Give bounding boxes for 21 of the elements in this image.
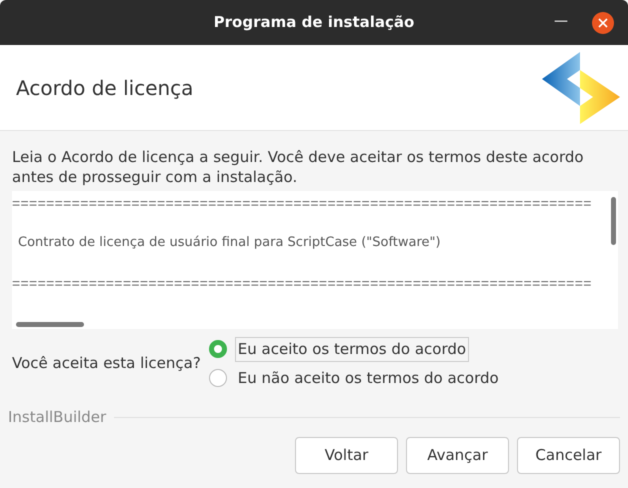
option-label[interactable]: Eu não aceito os termos do acordo bbox=[234, 366, 502, 390]
license-title: Contrato de licença de usuário final para ScriptCase ("Software") bbox=[18, 234, 441, 252]
close-button[interactable] bbox=[592, 12, 614, 34]
radio-button[interactable] bbox=[208, 368, 227, 387]
vertical-scrollbar[interactable] bbox=[611, 197, 616, 245]
separator-line: ==================================================================== bbox=[12, 274, 593, 290]
separator-line: ==================================================================== bbox=[12, 195, 593, 211]
instruction-text: Leia o Acordo de licença a seguir. Você deve aceitar os termos deste acordo antes de prosseguir com a instalação. bbox=[12, 147, 585, 187]
logo-icon bbox=[542, 52, 620, 124]
radio-button[interactable] bbox=[208, 340, 227, 358]
horizontal-scrollbar[interactable] bbox=[16, 322, 84, 327]
option-label[interactable]: Eu aceito os termos do acordo bbox=[234, 337, 470, 362]
dialog-button[interactable]: Voltar bbox=[295, 436, 398, 474]
window-title: Programa de instalação bbox=[214, 12, 414, 34]
dialog-button[interactable]: Cancelar bbox=[517, 436, 620, 474]
page-title: Acordo de licença bbox=[16, 74, 194, 102]
question-label: Você aceita esta licença? bbox=[12, 353, 201, 374]
close-icon bbox=[598, 18, 608, 28]
dialog-button[interactable]: Avançar bbox=[406, 436, 509, 474]
minimize-button[interactable]: — bbox=[548, 10, 574, 33]
brand-label: InstallBuilder bbox=[8, 407, 106, 428]
